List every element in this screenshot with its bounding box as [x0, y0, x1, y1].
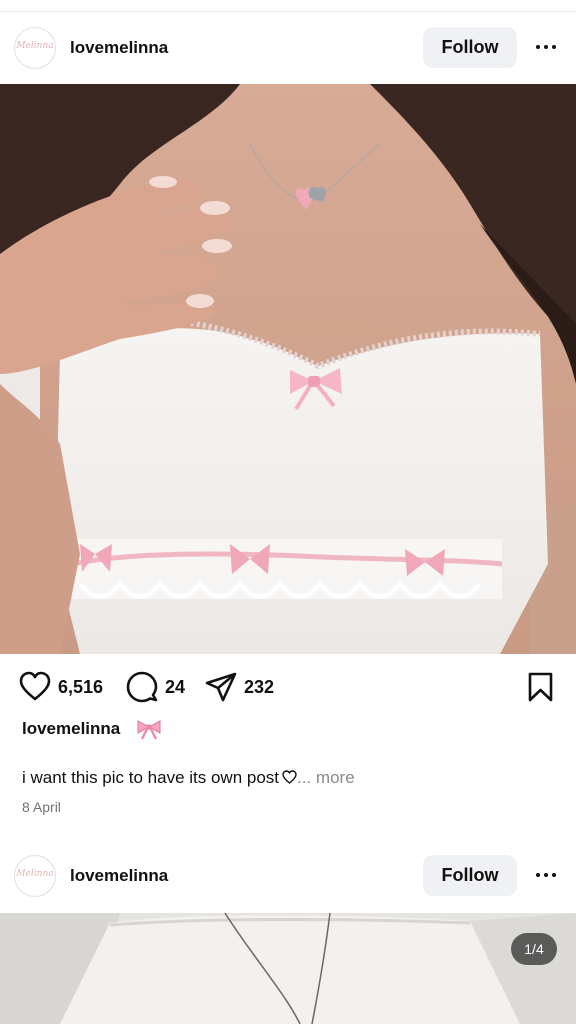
avatar-logo-text: Melinna	[16, 869, 54, 879]
heart-outline-small-icon	[282, 770, 297, 784]
username[interactable]: lovemelinna	[70, 866, 168, 886]
follow-button[interactable]: Follow	[423, 27, 517, 68]
media-counter-badge: 1/4	[511, 933, 557, 965]
comment-count[interactable]: 24	[165, 677, 185, 698]
bookmark-icon[interactable]	[527, 671, 554, 703]
share-count[interactable]: 232	[244, 677, 274, 698]
username[interactable]: lovemelinna	[70, 38, 168, 58]
like-count[interactable]: 6,516	[58, 677, 103, 698]
pink-ribbon-emoji	[137, 720, 161, 740]
post-photo[interactable]	[0, 84, 576, 654]
avatar[interactable]: Melinna	[14, 855, 56, 897]
avatar-logo-text: Melinna	[16, 41, 54, 51]
avatar[interactable]: Melinna	[14, 27, 56, 69]
paper-plane-icon[interactable]	[205, 671, 237, 703]
more-horizontal-icon[interactable]	[533, 37, 559, 57]
post-image	[0, 913, 576, 1024]
post-header: Melinna lovemelinna Follow	[0, 12, 576, 84]
heart-outline-icon[interactable]	[19, 671, 51, 703]
post-image	[0, 84, 576, 654]
post-photo[interactable]	[0, 913, 576, 1024]
caption-text-line: i want this pic to have its own post ... …	[22, 768, 355, 788]
comment-bubble-icon[interactable]	[126, 671, 158, 703]
more-horizontal-icon[interactable]	[533, 865, 559, 885]
follow-button[interactable]: Follow	[423, 855, 517, 896]
post-date: 8 April	[22, 799, 61, 815]
caption-text: i want this pic to have its own post	[22, 768, 280, 787]
post-header: Melinna lovemelinna Follow	[0, 840, 576, 912]
caption-username[interactable]: lovemelinna	[22, 719, 120, 739]
caption-more-link[interactable]: ... more	[297, 768, 355, 787]
